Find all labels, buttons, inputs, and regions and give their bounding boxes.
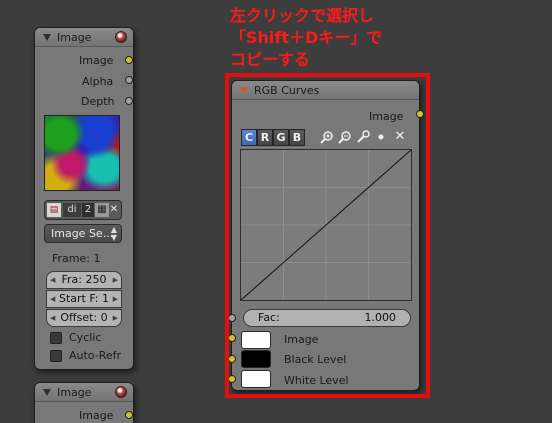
cyclic-checkbox[interactable] bbox=[50, 332, 62, 344]
increment-arrow-icon[interactable]: ▶ bbox=[113, 291, 118, 307]
frame-label: Frame: 1 bbox=[52, 252, 101, 265]
collapse-triangle-icon[interactable] bbox=[43, 34, 51, 41]
annotation-text: 左クリックで選択し 「Shift＋Dキー」で コピーする bbox=[230, 6, 383, 69]
frames-value: Fra: 250 bbox=[61, 273, 107, 286]
alpha-output-label: Alpha bbox=[82, 75, 114, 88]
alpha-output-socket[interactable] bbox=[125, 76, 133, 84]
image-node-header[interactable]: Image bbox=[35, 28, 133, 47]
channel-tab-b[interactable]: B bbox=[289, 129, 305, 146]
image-source-dropdown[interactable]: Image Se... ▲ ▼ bbox=[44, 224, 122, 243]
increment-arrow-icon[interactable]: ▶ bbox=[113, 310, 118, 326]
frames-field[interactable]: ◀ Fra: 250 ▶ bbox=[46, 271, 122, 289]
black-level-swatch[interactable] bbox=[241, 350, 271, 368]
depth-output-socket[interactable] bbox=[125, 97, 133, 105]
delete-point-icon[interactable]: ✕ bbox=[393, 130, 407, 144]
decrement-arrow-icon[interactable]: ◀ bbox=[50, 310, 55, 326]
rgb-curves-header[interactable]: RGB Curves bbox=[232, 81, 419, 100]
offset-value: Offset: 0 bbox=[60, 311, 108, 324]
image-input-socket[interactable] bbox=[228, 334, 236, 342]
image-output-socket[interactable] bbox=[125, 56, 133, 64]
image-source-value: Image Se... bbox=[51, 227, 114, 240]
channel-tab-c[interactable]: C bbox=[241, 129, 257, 146]
start-frame-value: Start F: 1 bbox=[58, 292, 110, 305]
black-level-socket[interactable] bbox=[228, 355, 236, 363]
clipping-dot-icon[interactable] bbox=[374, 130, 388, 144]
fac-value: 1.000 bbox=[364, 311, 397, 324]
fac-field[interactable]: Fac: 1.000 bbox=[243, 309, 411, 327]
collapse-triangle-icon[interactable] bbox=[240, 87, 248, 94]
image-node-2-title: Image bbox=[57, 386, 92, 399]
decrement-arrow-icon[interactable]: ◀ bbox=[50, 272, 55, 288]
start-frame-field[interactable]: ◀ Start F: 1 ▶ bbox=[46, 290, 122, 308]
white-level-label: White Level bbox=[284, 374, 349, 387]
decrement-arrow-icon[interactable]: ◀ bbox=[50, 291, 55, 307]
image-color-swatch[interactable] bbox=[241, 331, 271, 349]
image-datablock-bar[interactable]: ▤ di 2 ▦ ✕ bbox=[44, 200, 122, 220]
preview-sphere-icon[interactable] bbox=[115, 31, 127, 43]
wrench-tools-icon[interactable] bbox=[356, 130, 370, 144]
image-2-output-socket[interactable] bbox=[125, 411, 133, 419]
offset-field[interactable]: ◀ Offset: 0 ▶ bbox=[46, 309, 122, 327]
image-node-title: Image bbox=[57, 31, 92, 44]
curve-graph-svg[interactable] bbox=[240, 149, 412, 301]
image-2-output-label: Image bbox=[79, 409, 114, 422]
zoom-in-icon[interactable] bbox=[320, 130, 334, 144]
black-level-label: Black Level bbox=[284, 353, 347, 366]
depth-output-label: Depth bbox=[81, 95, 115, 108]
cyclic-label: Cyclic bbox=[69, 331, 102, 344]
channel-tab-r[interactable]: R bbox=[257, 129, 273, 146]
image-browse-icon[interactable]: ▤ bbox=[47, 203, 61, 217]
image-preview bbox=[44, 115, 120, 191]
curves-output-label: Image bbox=[369, 110, 404, 123]
fac-input-socket[interactable] bbox=[228, 314, 236, 322]
pack-file-icon[interactable]: ▦ bbox=[95, 203, 109, 217]
image-users-count[interactable]: 2 bbox=[82, 203, 94, 217]
auto-refresh-checkbox[interactable] bbox=[50, 350, 62, 362]
collapse-triangle-icon[interactable] bbox=[43, 389, 51, 396]
image-output-label: Image bbox=[79, 54, 114, 67]
image-input-label: Image bbox=[284, 333, 319, 346]
dropdown-arrows-icon: ▲ ▼ bbox=[110, 225, 117, 242]
preview-sphere-icon[interactable] bbox=[115, 386, 127, 398]
increment-arrow-icon[interactable]: ▶ bbox=[113, 272, 118, 288]
image-name-field[interactable]: di bbox=[63, 203, 81, 217]
auto-refresh-label: Auto-Refr bbox=[69, 349, 122, 362]
zoom-out-icon[interactable] bbox=[338, 130, 352, 144]
white-level-swatch[interactable] bbox=[241, 370, 271, 388]
fac-label: Fac: bbox=[258, 311, 280, 324]
image-node-2-header[interactable]: Image bbox=[35, 383, 133, 402]
curves-output-socket[interactable] bbox=[416, 110, 424, 118]
curve-graph[interactable] bbox=[240, 149, 412, 301]
channel-tab-g[interactable]: G bbox=[273, 129, 289, 146]
rgb-curves-title: RGB Curves bbox=[254, 84, 320, 97]
unlink-icon[interactable]: ✕ bbox=[108, 203, 120, 217]
white-level-socket[interactable] bbox=[228, 375, 236, 383]
